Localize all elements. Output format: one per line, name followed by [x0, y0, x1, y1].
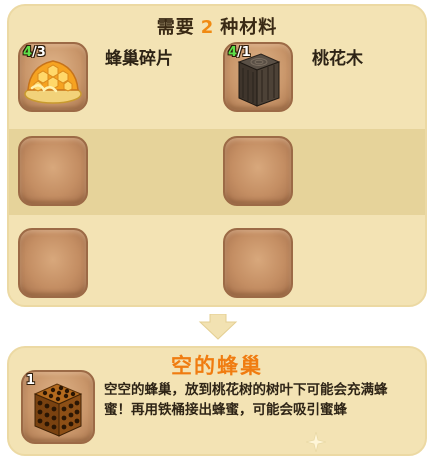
- empty-material-slot[interactable]: [18, 136, 88, 206]
- material-slot-peach-wood[interactable]: 4/1: [223, 42, 293, 112]
- result-quantity: 1: [26, 373, 36, 388]
- empty-material-slot[interactable]: [223, 228, 293, 298]
- arrow-down-icon: [198, 314, 238, 340]
- empty-material-slot[interactable]: [18, 228, 88, 298]
- recipe-panel: 需要 2 种材料 4/3 蜂巢碎片 4/1 桃花木: [7, 4, 427, 307]
- material-quantity: 4/1: [228, 45, 251, 60]
- result-panel: 空的蜂巢 1 空空的蜂巢，放到桃花树的树叶下可能会充满蜂蜜！再用铁桶接出蜂蜜，可…: [7, 346, 427, 456]
- requirement-title: 需要 2 种材料: [9, 13, 425, 39]
- result-description: 空空的蜂巢，放到桃花树的树叶下可能会充满蜂蜜！再用铁桶接出蜂蜜，可能会吸引蜜蜂: [104, 382, 388, 418]
- requirement-count: 2: [200, 17, 215, 38]
- empty-material-slot[interactable]: [223, 136, 293, 206]
- sparkle-icon: [306, 432, 326, 452]
- material-slot-honeycomb[interactable]: 4/3: [18, 42, 88, 112]
- requirement-prefix: 需要: [156, 17, 195, 38]
- result-slot[interactable]: 1: [21, 370, 95, 444]
- material-quantity: 4/3: [23, 45, 46, 60]
- material-name: 蜂巢碎片: [105, 49, 173, 69]
- requirement-suffix: 种材料: [220, 17, 278, 38]
- material-name: 桃花木: [312, 49, 363, 69]
